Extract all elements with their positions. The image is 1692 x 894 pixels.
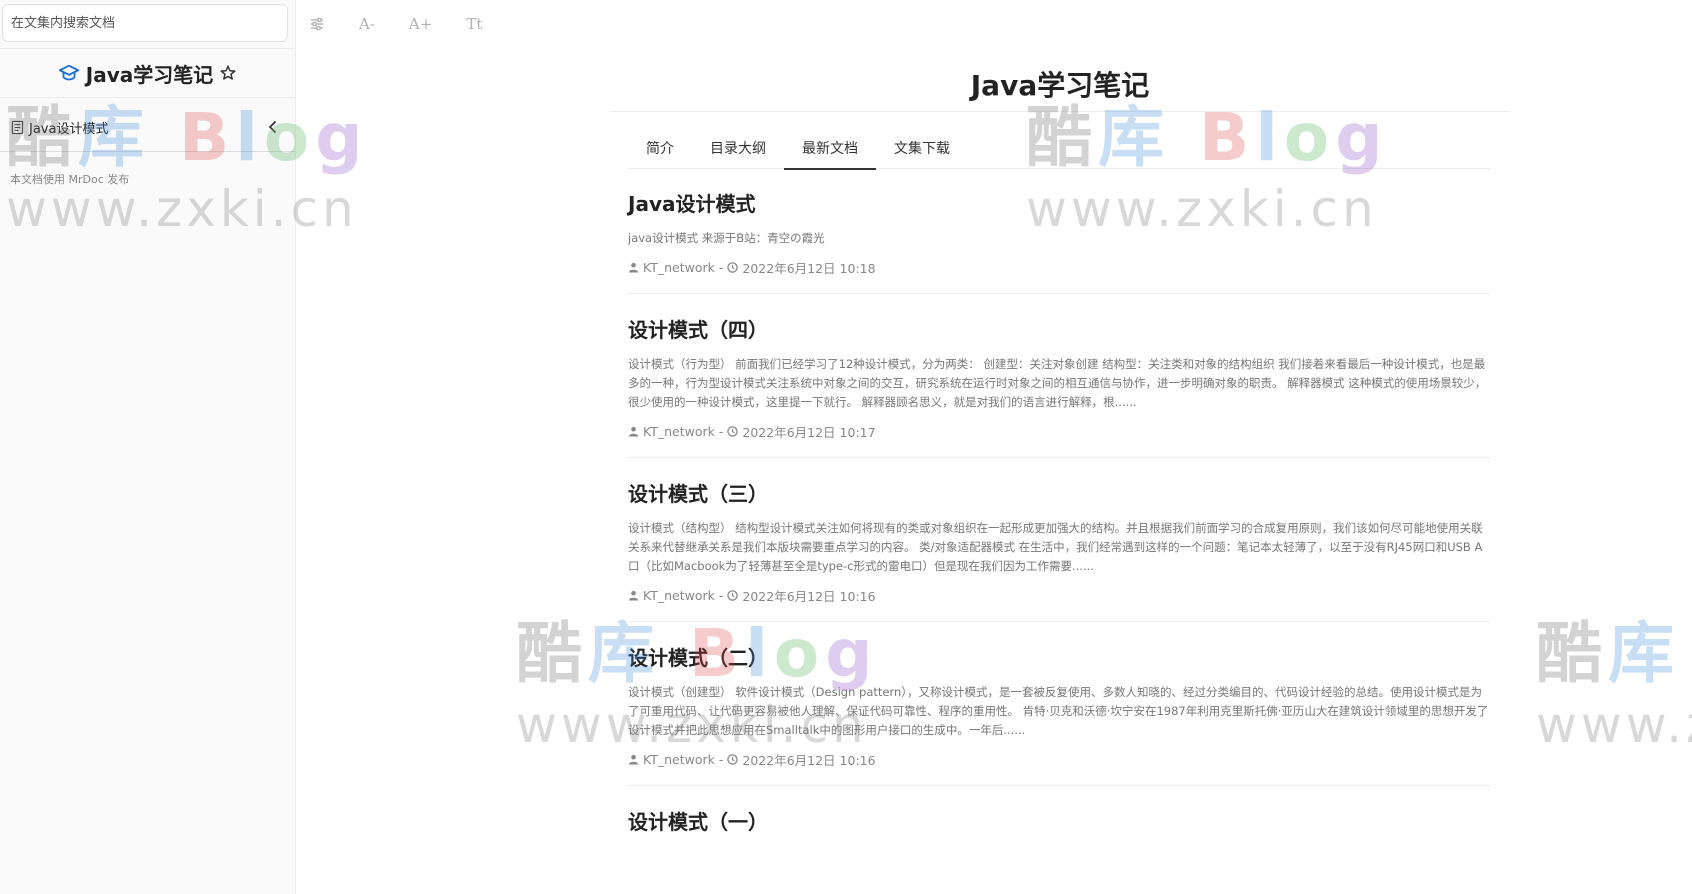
- document-icon: [11, 120, 24, 135]
- article-author: KT_network: [643, 260, 715, 275]
- article-title[interactable]: Java设计模式: [628, 188, 1490, 217]
- article-date: 2022年6月12日 10:17: [742, 425, 876, 440]
- sidebar-item-java-design-patterns[interactable]: Java设计模式: [0, 104, 295, 152]
- font-increase-button[interactable]: A+: [405, 9, 436, 39]
- sidebar-footer: 本文档使用 MrDoc 发布: [10, 173, 130, 186]
- clock-icon: [727, 590, 739, 601]
- list-item: 设计模式（四） 设计模式（行为型） 前面我们已经学习了12种设计模式，分为两类：…: [628, 294, 1490, 458]
- user-icon: [628, 426, 639, 437]
- search-input[interactable]: [2, 4, 288, 42]
- clock-icon: [727, 754, 739, 765]
- article-meta: KT_network - 2022年6月12日 10:18: [628, 258, 1490, 283]
- article-title[interactable]: 设计模式（三）: [628, 478, 1490, 507]
- article-summary: 设计模式（行为型） 前面我们已经学习了12种设计模式，分为两类： 创建型：关注对…: [628, 357, 1487, 409]
- chevron-left-icon[interactable]: [265, 119, 281, 135]
- tab-download[interactable]: 文集下载: [876, 130, 968, 168]
- page-title: Java学习笔记: [970, 69, 1150, 102]
- list-item: Java设计模式 java设计模式 来源于B站：青空の霞光 KT_network…: [628, 168, 1490, 294]
- article-meta: KT_network - 2022年6月12日 10:16: [628, 750, 1490, 775]
- list-item: 设计模式（一）: [628, 786, 1490, 857]
- article-list: Java设计模式 java设计模式 来源于B站：青空の霞光 KT_network…: [628, 168, 1490, 857]
- sliders-icon: [311, 17, 323, 31]
- settings-sliders-button[interactable]: [305, 10, 329, 38]
- clock-icon: [727, 426, 739, 437]
- article-date: 2022年6月12日 10:18: [742, 261, 876, 276]
- article-title[interactable]: 设计模式（一）: [628, 806, 1490, 835]
- sidebar-title[interactable]: Java学习笔记: [86, 59, 213, 88]
- graduation-cap-icon: [58, 64, 79, 81]
- article-date: 2022年6月12日 10:16: [742, 589, 876, 604]
- article-date: 2022年6月12日 10:16: [742, 753, 876, 768]
- article-title[interactable]: 设计模式（二）: [628, 642, 1490, 671]
- reader-toolbar: A- A+ Tt: [305, 6, 486, 42]
- article-summary: 设计模式（创建型） 软件设计模式（Design pattern），又称设计模式，…: [628, 685, 1489, 737]
- tab-bar: 简介 目录大纲 最新文档 文集下载: [628, 130, 1490, 170]
- sidebar-header: Java学习笔记: [0, 48, 295, 98]
- tab-intro[interactable]: 简介: [628, 130, 692, 168]
- meta-separator: -: [718, 588, 724, 603]
- meta-separator: -: [718, 752, 724, 767]
- watermark-url: www.zxki.cn: [1536, 696, 1692, 754]
- watermark: 酷库 www.zxki.cn: [1536, 600, 1692, 754]
- sidebar-item-label: Java设计模式: [29, 122, 109, 137]
- user-icon: [628, 262, 639, 273]
- star-icon[interactable]: [219, 64, 237, 82]
- tab-outline[interactable]: 目录大纲: [692, 130, 784, 168]
- clock-icon: [727, 262, 739, 273]
- user-icon: [628, 754, 639, 765]
- meta-separator: -: [718, 424, 724, 439]
- tab-latest-docs[interactable]: 最新文档: [784, 130, 876, 170]
- font-decrease-button[interactable]: A-: [355, 9, 379, 39]
- article-title[interactable]: 设计模式（四）: [628, 314, 1490, 343]
- sidebar: Java学习笔记 Java设计模式 本文档使用 MrDoc 发布: [0, 0, 296, 894]
- article-summary: 设计模式（结构型） 结构型设计模式关注如何将现有的类或对象组织在一起形成更加强大…: [628, 521, 1483, 573]
- list-item: 设计模式（三） 设计模式（结构型） 结构型设计模式关注如何将现有的类或对象组织在…: [628, 458, 1490, 622]
- article-author: KT_network: [643, 588, 715, 603]
- article-meta: KT_network - 2022年6月12日 10:17: [628, 422, 1490, 447]
- article-author: KT_network: [643, 752, 715, 767]
- article-meta: KT_network - 2022年6月12日 10:16: [628, 586, 1490, 611]
- typeface-button[interactable]: Tt: [462, 9, 486, 39]
- list-item: 设计模式（二） 设计模式（创建型） 软件设计模式（Design pattern）…: [628, 622, 1490, 786]
- title-divider: [610, 111, 1510, 112]
- watermark-logo: 酷库: [1536, 615, 1680, 692]
- article-author: KT_network: [643, 424, 715, 439]
- meta-separator: -: [718, 260, 724, 275]
- user-icon: [628, 590, 639, 601]
- article-summary: java设计模式 来源于B站：青空の霞光: [628, 231, 825, 245]
